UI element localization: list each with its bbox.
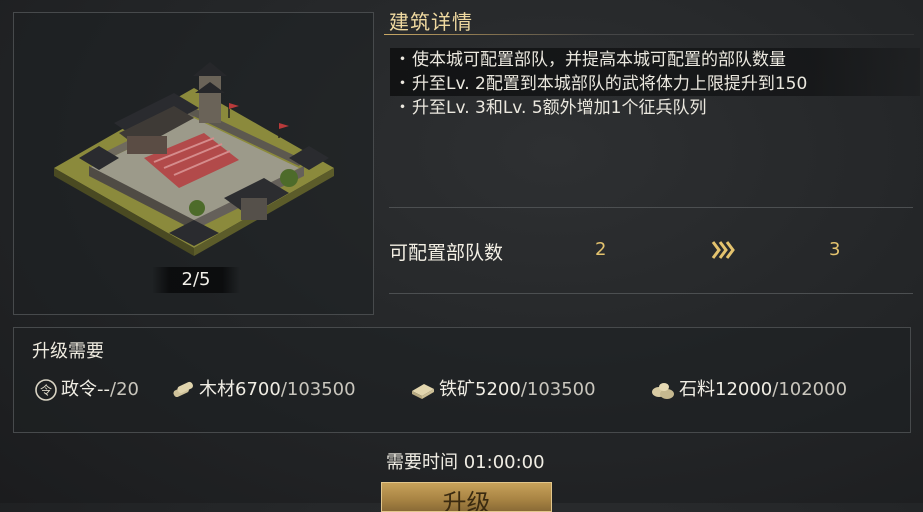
stat-next-value: 3 <box>829 239 841 260</box>
description-item: ・使本城可配置部队，并提高本城可配置的部队数量 <box>390 48 920 72</box>
title-underline <box>384 34 914 35</box>
stat-label: 可配置部队数 <box>389 242 504 264</box>
upgrade-button[interactable]: 升级 <box>381 482 552 512</box>
resource-wood: 木材6700/103500 <box>170 377 356 403</box>
svg-text:令: 令 <box>40 383 52 398</box>
stone-icon <box>652 383 674 399</box>
upgrade-time: 需要时间 01:00:00 <box>386 452 545 473</box>
description-item: ・升至Lv. 3和Lv. 5额外增加1个征兵队列 <box>394 98 707 118</box>
wood-icon <box>173 381 193 398</box>
resource-stone: 石料12000/102000 <box>650 377 847 403</box>
decree-icon: 令 <box>35 379 57 401</box>
divider <box>389 293 913 294</box>
detail-title: 建筑详情 <box>389 10 473 34</box>
stat-row-troop-capacity: 可配置部队数 2 3 <box>389 236 913 266</box>
building-level-badge: 2/5 <box>152 267 240 293</box>
requirements-title: 升级需要 <box>32 341 104 362</box>
upgrade-requirements-panel: 升级需要 令 政令--/20 木材6700/103500 铁矿5200/1035… <box>13 327 911 433</box>
resource-iron: 铁矿5200/103500 <box>410 377 596 403</box>
divider <box>389 207 913 208</box>
iron-icon <box>412 384 434 399</box>
description-item: ・升至Lv. 2配置到本城部队的武将体力上限提升到150 <box>390 72 920 96</box>
description-list: ・使本城可配置部队，并提高本城可配置的部队数量 ・升至Lv. 2配置到本城部队的… <box>390 48 920 120</box>
bullet-icon: ・ <box>394 74 411 94</box>
bullet-icon: ・ <box>394 98 411 118</box>
bullet-icon: ・ <box>394 50 411 70</box>
stat-current-value: 2 <box>595 239 607 260</box>
building-illustration <box>54 62 334 256</box>
triple-chevron-right-icon <box>711 241 735 259</box>
resource-decree: 令 政令--/20 <box>34 377 139 403</box>
building-panel: 2/5 <box>13 12 374 315</box>
